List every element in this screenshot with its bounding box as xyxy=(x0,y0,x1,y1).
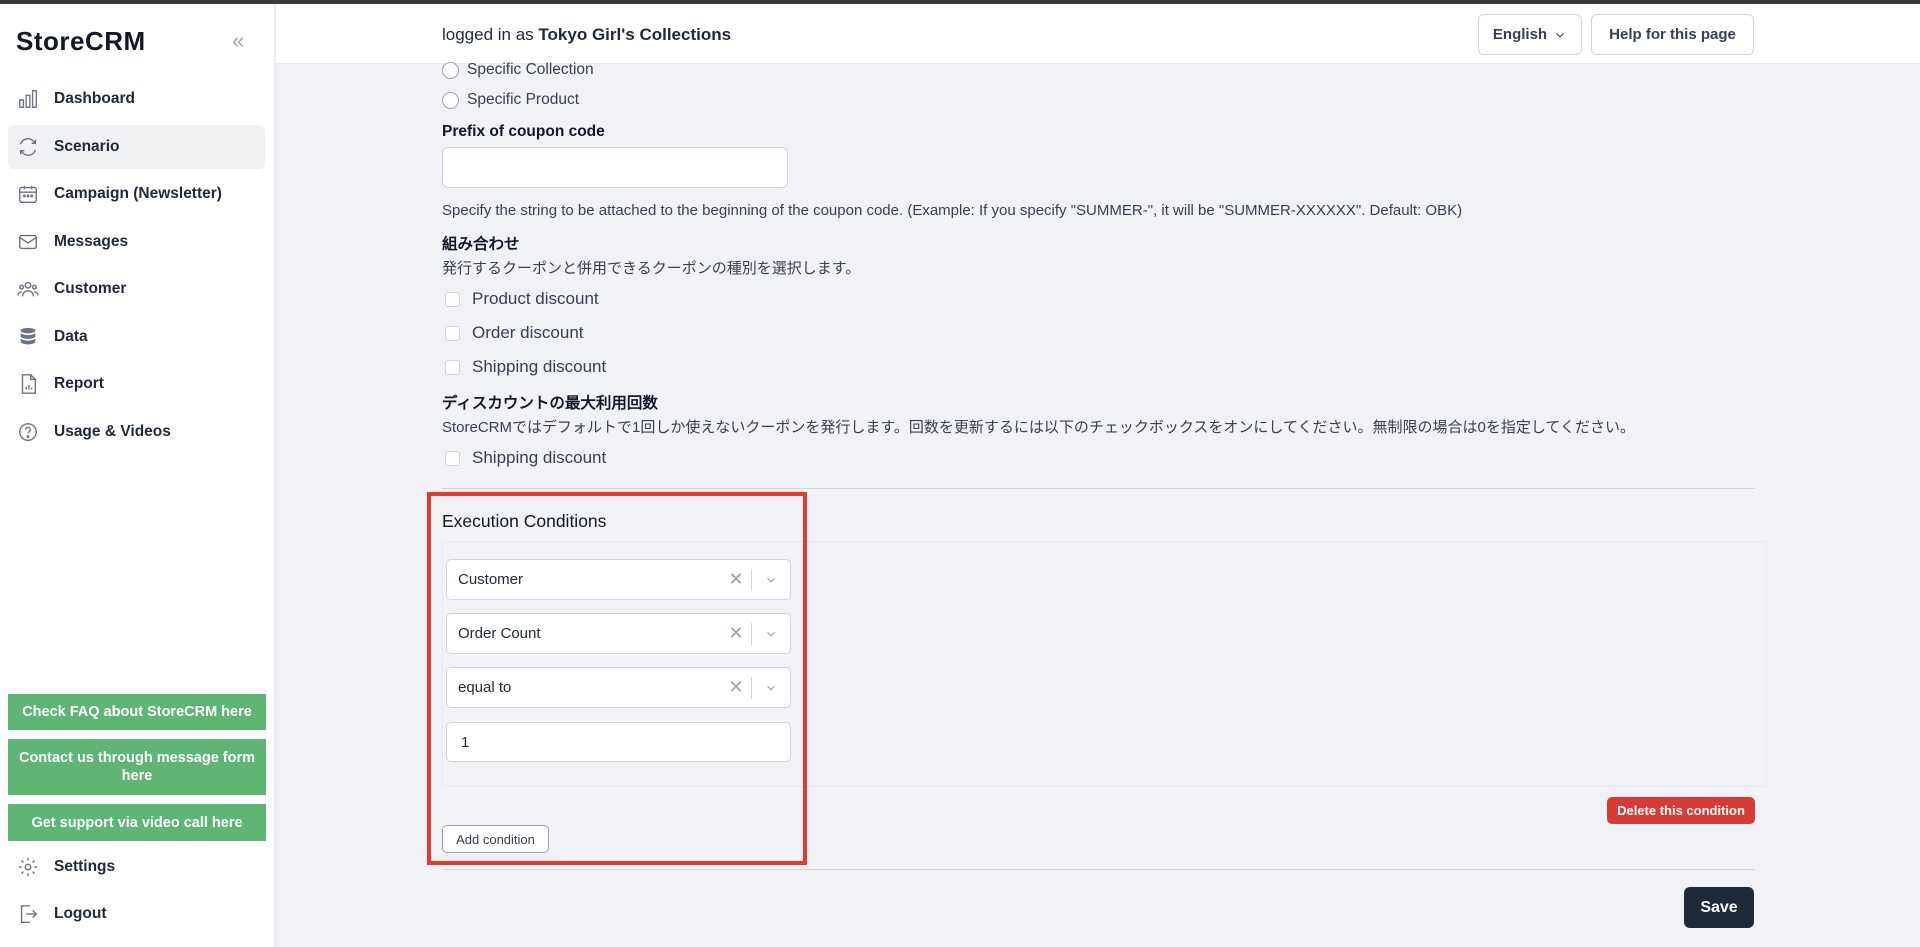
checkbox[interactable] xyxy=(445,450,460,466)
checkbox-label: Order discount xyxy=(472,323,584,342)
sidebar-item-label: Dashboard xyxy=(54,90,135,107)
max-usage-help-text: StoreCRMではデフォルトで1回しか使えないクーポンを発行します。回数を更新… xyxy=(442,419,1635,436)
checkbox[interactable] xyxy=(445,359,460,375)
sidebar-item-logout[interactable]: Logout xyxy=(17,903,107,925)
sidebar-item-label: Data xyxy=(54,327,88,345)
sidebar-item-settings[interactable]: Settings xyxy=(17,856,115,878)
radio-specific-collection[interactable]: Specific Collection xyxy=(442,61,594,79)
question-circle-icon xyxy=(19,422,37,441)
sidebar-item-data[interactable]: Data xyxy=(8,315,265,359)
coupon-prefix-input[interactable] xyxy=(442,147,788,188)
mail-icon xyxy=(19,234,37,249)
faq-button[interactable]: Check FAQ about StoreCRM here xyxy=(8,694,266,730)
sidebar-nav: Dashboard Scenario Campaign (Newsletter)… xyxy=(8,77,265,457)
store-name: Tokyo Girl's Collections xyxy=(538,25,732,44)
chevron-down-icon xyxy=(1556,32,1564,38)
combination-help-text: 発行するクーポンと併用できるクーポンの種別を選択します。 xyxy=(442,260,861,277)
checkbox-max-usage[interactable]: Shipping discount xyxy=(445,448,606,468)
logout-icon xyxy=(20,905,38,923)
sidebar-item-label: Usage & Videos xyxy=(54,422,171,440)
logout-label: Logout xyxy=(54,905,107,922)
condition-field-select[interactable]: Order Count ✕ xyxy=(446,613,791,654)
sidebar-item-label: Messages xyxy=(54,232,129,250)
sidebar-item-messages[interactable]: Messages xyxy=(8,220,265,264)
checkbox-label: Product discount xyxy=(472,289,599,308)
max-usage-label: ディスカウントの最大利用回数 xyxy=(442,395,658,412)
help-button[interactable]: Help for this page xyxy=(1591,14,1754,55)
section-divider xyxy=(442,869,1755,870)
condition-operator-select[interactable]: equal to ✕ xyxy=(446,667,791,708)
sidebar-item-label: Customer xyxy=(54,280,127,297)
checkbox-label: Shipping discount xyxy=(472,357,607,376)
sidebar-item-usage-videos[interactable]: Usage & Videos xyxy=(8,410,265,454)
select-value: Customer xyxy=(458,571,524,588)
collapse-sidebar-icon[interactable]: « xyxy=(232,28,244,54)
top-header: logged in as Tokyo Girl's Collections En… xyxy=(276,4,1920,64)
users-icon xyxy=(17,281,39,297)
login-status: logged in as Tokyo Girl's Collections xyxy=(442,25,731,45)
calendar-icon xyxy=(19,185,37,203)
add-condition-button[interactable]: Add condition xyxy=(442,825,549,853)
video-call-support-button[interactable]: Get support via video call here xyxy=(8,804,266,841)
login-prefix: logged in as xyxy=(442,25,534,44)
settings-label: Settings xyxy=(54,858,116,875)
radio-specific-product[interactable]: Specific Product xyxy=(442,91,579,109)
chevron-down-icon[interactable] xyxy=(752,573,790,587)
window-top-border xyxy=(0,0,1920,4)
combination-label: 組み合わせ xyxy=(442,236,520,253)
document-chart-icon xyxy=(21,374,37,394)
sidebar-item-label: Campaign (Newsletter) xyxy=(54,185,222,202)
checkbox-product-discount[interactable]: Product discount xyxy=(445,289,599,309)
sidebar-item-dashboard[interactable]: Dashboard xyxy=(8,77,265,121)
sidebar-item-campaign[interactable]: Campaign (Newsletter) xyxy=(8,172,265,216)
sidebar-item-label: Scenario xyxy=(54,137,120,155)
app-logo[interactable]: StoreCRM xyxy=(16,26,146,57)
checkbox[interactable] xyxy=(445,291,460,307)
select-value: equal to xyxy=(458,679,512,696)
checkbox-order-discount[interactable]: Order discount xyxy=(445,323,584,343)
radio-label: Specific Collection xyxy=(467,61,594,78)
save-button[interactable]: Save xyxy=(1684,887,1754,928)
main-content: Specific Collection Specific Product Pre… xyxy=(276,61,1920,947)
select-value: Order Count xyxy=(458,625,541,642)
sidebar-item-label: Report xyxy=(54,375,104,392)
section-divider xyxy=(442,488,1755,489)
checkbox[interactable] xyxy=(445,325,460,341)
chevron-down-icon[interactable] xyxy=(752,627,790,641)
chart-bars-icon xyxy=(19,90,37,108)
gear-icon xyxy=(18,857,38,877)
checkbox-shipping-discount[interactable]: Shipping discount xyxy=(445,357,606,377)
sidebar-item-customer[interactable]: Customer xyxy=(8,267,265,311)
execution-conditions-title: Execution Conditions xyxy=(442,511,607,531)
condition-value-input[interactable]: 1 xyxy=(446,722,791,762)
refresh-icon xyxy=(19,137,37,156)
clear-icon[interactable]: ✕ xyxy=(721,677,751,698)
language-select[interactable]: English xyxy=(1478,14,1582,55)
prefix-label: Prefix of coupon code xyxy=(442,123,605,140)
sidebar-item-scenario[interactable]: Scenario xyxy=(8,124,265,169)
delete-condition-button[interactable]: Delete this condition xyxy=(1607,797,1755,824)
radio-label: Specific Product xyxy=(467,91,579,108)
sidebar-item-report[interactable]: Report xyxy=(8,362,265,406)
prefix-help-text: Specify the string to be attached to the… xyxy=(442,202,1463,219)
chevron-down-icon[interactable] xyxy=(752,681,790,695)
checkbox-label: Shipping discount xyxy=(472,448,607,467)
radio-circle[interactable] xyxy=(442,91,459,109)
clear-icon[interactable]: ✕ xyxy=(721,623,751,644)
contact-form-button[interactable]: Contact us through message form here xyxy=(8,739,266,795)
clear-icon[interactable]: ✕ xyxy=(721,569,751,590)
language-value: English xyxy=(1492,26,1548,43)
radio-circle[interactable] xyxy=(442,61,459,79)
database-icon xyxy=(20,327,36,344)
sidebar: StoreCRM « Dashboard Scenario Campaign (… xyxy=(0,0,275,947)
condition-target-select[interactable]: Customer ✕ xyxy=(446,559,791,600)
